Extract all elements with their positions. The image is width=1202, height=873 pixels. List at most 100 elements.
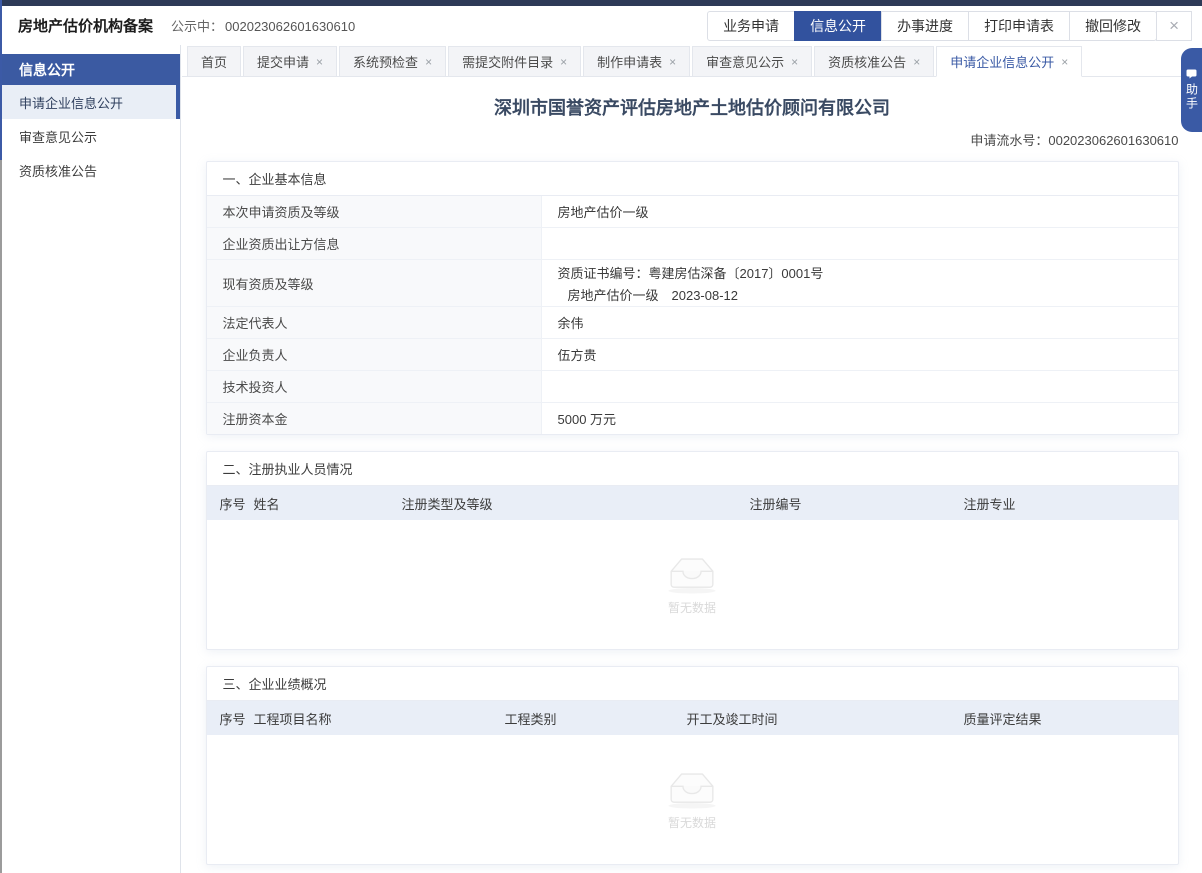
empty-inbox-icon	[663, 553, 721, 595]
table-row: 注册资本金 5000 万元	[207, 403, 1178, 434]
tab-label: 首页	[201, 52, 227, 71]
close-icon[interactable]: ×	[669, 56, 676, 68]
row-label: 本次申请资质及等级	[207, 196, 542, 227]
section-title: 三、企业业绩概况	[207, 667, 1178, 701]
row-value: 伍方贵	[542, 339, 1178, 370]
row-label: 注册资本金	[207, 403, 542, 434]
app-window: 房地产估价机构备案 公示中：002023062601630610 业务申请 信息…	[0, 0, 1202, 873]
tab-make-application-form[interactable]: 制作申请表 ×	[583, 46, 690, 77]
section-title: 二、注册执业人员情况	[207, 452, 1178, 486]
tab-home[interactable]: 首页	[187, 46, 241, 77]
row-label: 企业负责人	[207, 339, 542, 370]
section-registered-personnel: 二、注册执业人员情况 序号 姓名 注册类型及等级 注册编号 注册专业 暂无数据	[206, 451, 1179, 650]
tab-label: 申请企业信息公开	[950, 52, 1054, 71]
sidebar-item-review-opinion[interactable]: 审查意见公示	[2, 119, 180, 153]
tab-label: 提交申请	[257, 52, 309, 71]
sidebar-item-label: 资质核准公告	[19, 161, 97, 180]
row-label: 技术投资人	[207, 371, 542, 402]
section-performance: 三、企业业绩概况 序号 工程项目名称 工程类别 开工及竣工时间 质量评定结果 暂…	[206, 666, 1179, 865]
status-label: 公示中：	[171, 19, 223, 34]
nav-button-business-apply[interactable]: 业务申请	[707, 11, 795, 41]
window-left-edge	[0, 0, 2, 873]
row-value	[542, 228, 1178, 259]
nav-button-withdraw[interactable]: 撤回修改	[1069, 11, 1157, 41]
table-header-row: 序号 姓名 注册类型及等级 注册编号 注册专业	[207, 486, 1178, 520]
chat-icon	[1186, 69, 1197, 79]
nav-button-print-form[interactable]: 打印申请表	[968, 11, 1070, 41]
section-basic-info: 一、企业基本信息 本次申请资质及等级 房地产估价一级 企业资质出让方信息 现有资…	[206, 161, 1179, 435]
tab-label: 审查意见公示	[706, 52, 784, 71]
column-header: 工程项目名称	[254, 709, 505, 728]
nav-button-info-disclosure[interactable]: 信息公开	[794, 11, 882, 41]
application-serial: 申请流水号：002023062601630610	[206, 130, 1179, 149]
column-header: 注册类型及等级	[402, 494, 750, 513]
serial-value: 002023062601630610	[1048, 133, 1178, 148]
column-header: 工程类别	[505, 709, 687, 728]
app-header: 房地产估价机构备案 公示中：002023062601630610 业务申请 信息…	[2, 6, 1202, 45]
row-label: 现有资质及等级	[207, 260, 542, 306]
close-icon[interactable]: ×	[560, 56, 567, 68]
row-label: 企业资质出让方信息	[207, 228, 542, 259]
close-icon[interactable]: ×	[791, 56, 798, 68]
table-row: 企业负责人 伍方贵	[207, 339, 1178, 371]
sidebar-item-label: 审查意见公示	[19, 127, 97, 146]
sidebar: 信息公开 申请企业信息公开 审查意见公示 资质核准公告	[2, 45, 181, 873]
tab-attachment-list[interactable]: 需提交附件目录 ×	[448, 46, 581, 77]
row-value: 房地产估价一级	[542, 196, 1178, 227]
sidebar-header-info-disclosure: 信息公开	[2, 54, 180, 85]
row-label: 法定代表人	[207, 307, 542, 338]
column-header: 质量评定结果	[964, 709, 1178, 728]
column-header: 注册编号	[750, 494, 964, 513]
column-header: 姓名	[254, 494, 402, 513]
tab-label: 系统预检查	[353, 52, 418, 71]
tab-system-precheck[interactable]: 系统预检查 ×	[339, 46, 446, 77]
empty-text: 暂无数据	[668, 599, 716, 616]
table-row: 法定代表人 余伟	[207, 307, 1178, 339]
tab-label: 需提交附件目录	[462, 52, 553, 71]
close-icon[interactable]: ×	[316, 56, 323, 68]
tab-label: 资质核准公告	[828, 52, 906, 71]
row-value: 资质证书编号：粤建房估深备〔2017〕0001号 房地产估价一级 2023-08…	[542, 260, 1178, 306]
tab-review-opinion[interactable]: 审查意见公示 ×	[692, 46, 812, 77]
table-row: 企业资质出让方信息	[207, 228, 1178, 260]
close-icon[interactable]: ×	[1156, 11, 1192, 41]
sidebar-item-company-info-disclosure[interactable]: 申请企业信息公开	[2, 85, 180, 119]
header-nav-button-group: 业务申请 信息公开 办事进度 打印申请表 撤回修改 ×	[707, 11, 1192, 41]
active-indicator	[176, 85, 180, 119]
column-header: 开工及竣工时间	[687, 709, 964, 728]
certificate-grade-date-line: 房地产估价一级 2023-08-12	[558, 285, 739, 304]
sidebar-item-qualification-notice[interactable]: 资质核准公告	[2, 153, 180, 187]
nav-button-progress[interactable]: 办事进度	[881, 11, 969, 41]
app-title: 房地产估价机构备案	[18, 15, 153, 36]
row-value: 5000 万元	[542, 403, 1178, 434]
empty-state: 暂无数据	[207, 520, 1178, 649]
table-row: 本次申请资质及等级 房地产估价一级	[207, 196, 1178, 228]
empty-inbox-icon	[663, 768, 721, 810]
column-header: 序号	[207, 709, 254, 728]
empty-text: 暂无数据	[668, 814, 716, 831]
close-icon[interactable]: ×	[1061, 56, 1068, 68]
tab-label: 制作申请表	[597, 52, 662, 71]
certificate-number-line: 资质证书编号：粤建房估深备〔2017〕0001号	[558, 263, 824, 282]
serial-label: 申请流水号：	[970, 133, 1048, 148]
close-icon[interactable]: ×	[913, 56, 920, 68]
close-icon[interactable]: ×	[425, 56, 432, 68]
tab-qualification-notice[interactable]: 资质核准公告 ×	[814, 46, 934, 77]
tab-bar: 首页 提交申请 × 系统预检查 × 需提交附件目录 × 制作申请表 × 审查意见…	[182, 45, 1202, 77]
column-header: 注册专业	[964, 494, 1178, 513]
status-serial-number: 002023062601630610	[225, 19, 355, 34]
page-title-company-name: 深圳市国誉资产评估房地产土地估价顾问有限公司	[182, 94, 1202, 120]
tab-company-info-disclosure[interactable]: 申请企业信息公开 ×	[936, 46, 1082, 77]
table-row: 现有资质及等级 资质证书编号：粤建房估深备〔2017〕0001号 房地产估价一级…	[207, 260, 1178, 307]
section-title: 一、企业基本信息	[207, 162, 1178, 196]
status-text: 公示中：002023062601630610	[171, 16, 355, 35]
table-row: 技术投资人	[207, 371, 1178, 403]
assistant-label: 助手	[1186, 83, 1198, 111]
main-content: 深圳市国誉资产评估房地产土地估价顾问有限公司 申请流水号：00202306260…	[182, 77, 1202, 873]
column-header: 序号	[207, 494, 254, 513]
row-value: 余伟	[542, 307, 1178, 338]
assistant-button[interactable]: 助手	[1181, 48, 1202, 132]
empty-state: 暂无数据	[207, 735, 1178, 864]
tab-submit-application[interactable]: 提交申请 ×	[243, 46, 337, 77]
row-value	[542, 371, 1178, 402]
